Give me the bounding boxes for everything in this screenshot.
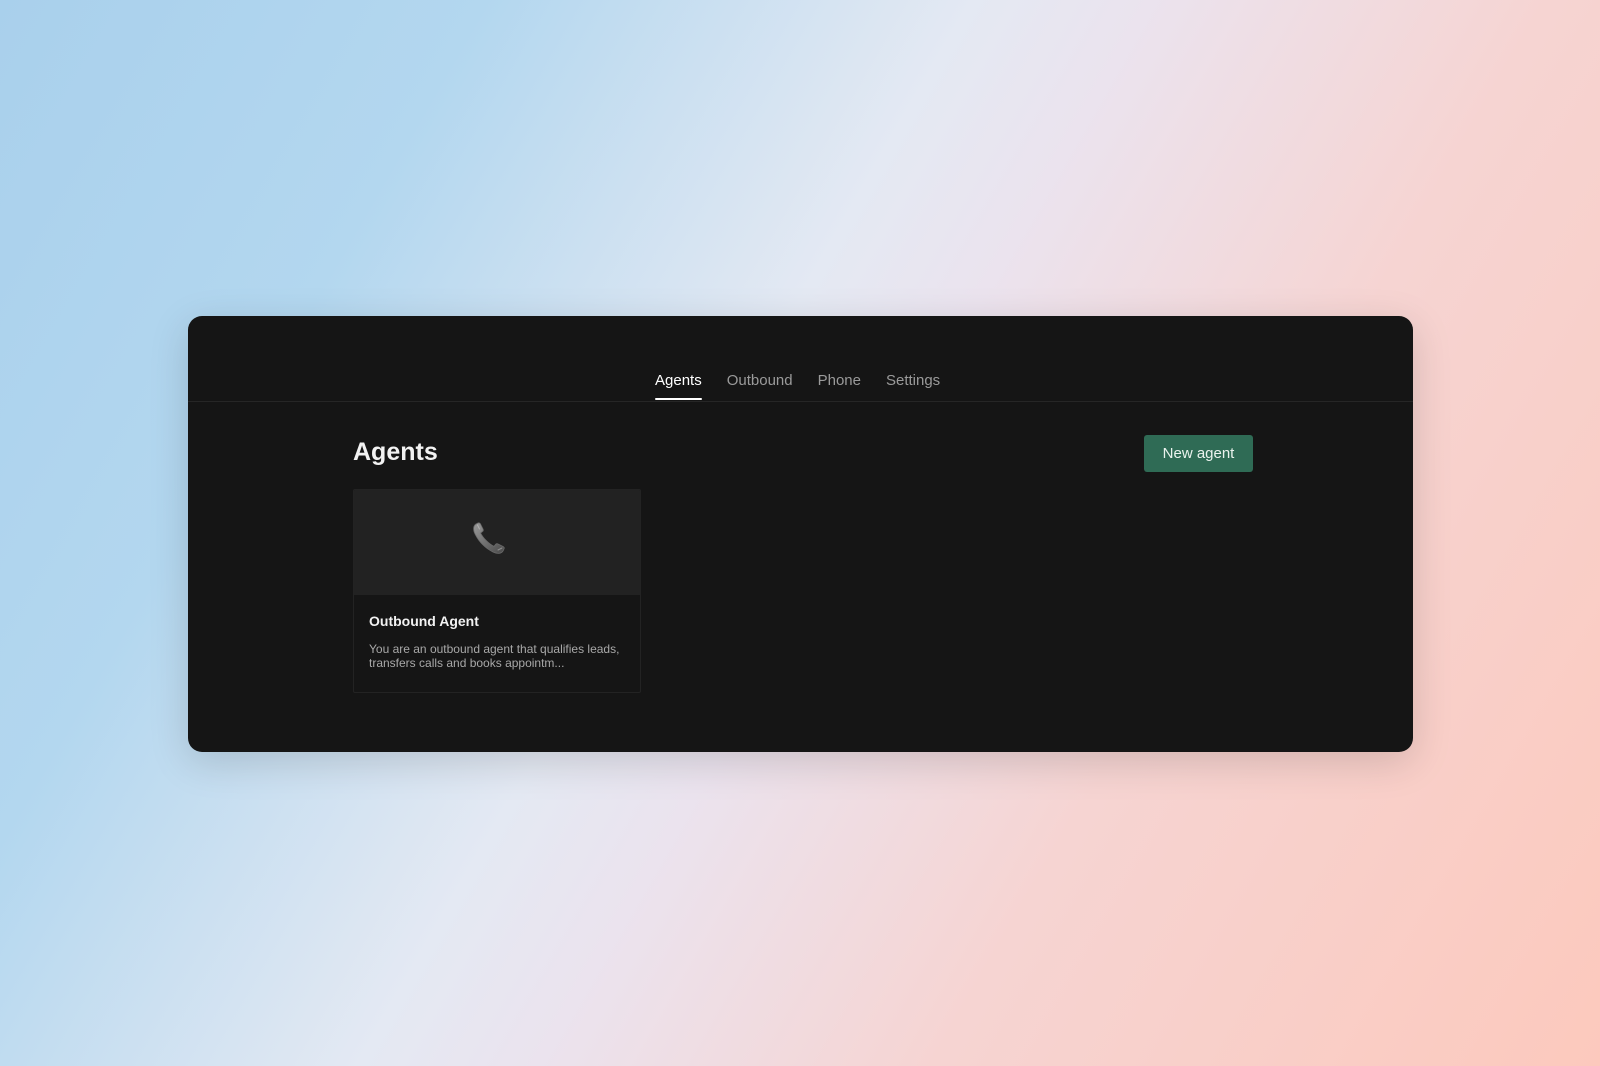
- app-window: Agents Outbound Phone Settings Agents Ne…: [188, 316, 1413, 752]
- new-agent-button[interactable]: New agent: [1144, 435, 1253, 472]
- phone-icon: [473, 522, 505, 554]
- card-title: Outbound Agent: [369, 613, 479, 629]
- tab-outbound[interactable]: Outbound: [727, 372, 793, 399]
- agent-card[interactable]: Outbound Agent You are an outbound agent…: [353, 489, 641, 693]
- card-thumbnail: [354, 490, 640, 595]
- page-title: Agents: [353, 438, 438, 466]
- tab-settings[interactable]: Settings: [886, 372, 940, 399]
- tab-phone[interactable]: Phone: [818, 372, 861, 399]
- tab-agents[interactable]: Agents: [655, 372, 702, 400]
- top-nav: Agents Outbound Phone Settings: [188, 316, 1413, 402]
- card-description: You are an outbound agent that qualifies…: [369, 642, 620, 670]
- nav-tabs: Agents Outbound Phone Settings: [655, 372, 965, 400]
